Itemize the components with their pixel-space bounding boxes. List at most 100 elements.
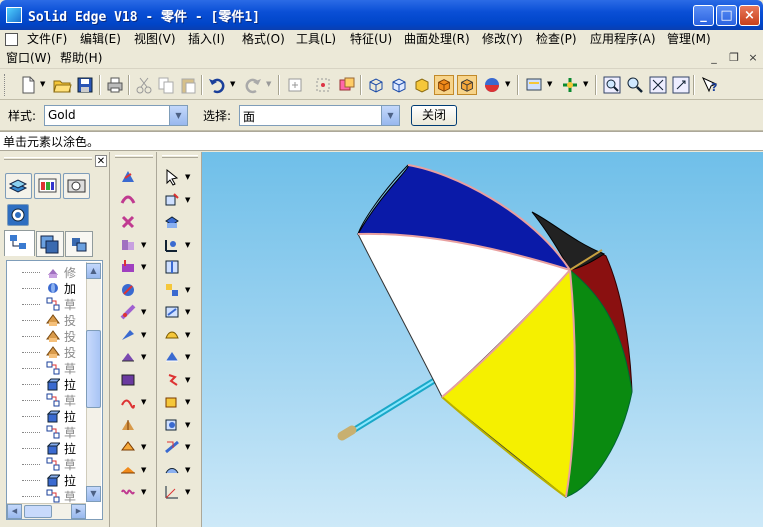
display-config-icon[interactable] <box>524 75 544 95</box>
vent-tool-dropdown-icon[interactable]: ▼ <box>141 488 146 496</box>
tree-item[interactable]: 拉 <box>8 376 86 392</box>
tree-item[interactable]: 投 <box>8 328 86 344</box>
menu-view[interactable]: 视图(V) <box>134 31 176 48</box>
rib-tool-icon[interactable] <box>119 416 137 434</box>
undo-dropdown-icon[interactable]: ▼ <box>230 80 235 88</box>
face-rotate-dropdown-icon[interactable]: ▼ <box>185 353 190 361</box>
menu-window[interactable]: 窗口(W) <box>6 50 51 67</box>
paste-icon[interactable] <box>178 75 198 95</box>
mdi-close-button[interactable]: × <box>745 51 761 65</box>
tree-item[interactable]: 投 <box>8 344 86 360</box>
chamfer-tool-dropdown-icon[interactable]: ▼ <box>141 331 146 339</box>
hidden-line-view-icon[interactable] <box>389 75 409 95</box>
select-arrow-dropdown-icon[interactable]: ▼ <box>185 173 190 181</box>
revolved-protrusion-dropdown-icon[interactable]: ▼ <box>141 241 146 249</box>
shell-tool-icon[interactable] <box>163 326 181 344</box>
hyperlink-icon[interactable] <box>337 75 357 95</box>
toolbar-grip[interactable] <box>162 155 198 158</box>
split-tool-dropdown-icon[interactable]: ▼ <box>185 443 190 451</box>
bluedot-icon[interactable] <box>163 416 181 434</box>
panel-close-icon[interactable]: ✕ <box>95 155 107 167</box>
thicken-tool-icon[interactable] <box>163 303 181 321</box>
umbrella-model[interactable] <box>202 152 763 527</box>
lip-tool-icon[interactable] <box>119 461 137 479</box>
hscroll-thumb[interactable] <box>24 505 52 518</box>
view-orient-icon[interactable] <box>560 75 580 95</box>
select-combobox[interactable]: 面 ▼ <box>239 105 400 126</box>
shell-tool-dropdown-icon[interactable]: ▼ <box>185 331 190 339</box>
helix-tool-dropdown-icon[interactable]: ▼ <box>141 398 146 406</box>
menu-tools[interactable]: 工具(L) <box>296 31 336 48</box>
coordinate-system-dropdown-icon[interactable]: ▼ <box>185 241 190 249</box>
helix-tool-icon[interactable] <box>119 393 137 411</box>
tree-item[interactable]: 拉 <box>8 408 86 424</box>
pattern-tool-icon[interactable] <box>163 281 181 299</box>
tree-item[interactable]: 草 <box>8 360 86 376</box>
orient-dropdown-icon[interactable]: ▼ <box>583 80 588 88</box>
sensors-tab-icon[interactable] <box>63 173 90 199</box>
fit-icon[interactable] <box>648 75 668 95</box>
chamfer-tool-icon[interactable] <box>119 326 137 344</box>
zoom-area-icon[interactable] <box>602 75 622 95</box>
graphics-viewport[interactable] <box>202 152 763 527</box>
menu-format[interactable]: 格式(O) <box>242 31 285 48</box>
thicken-tool-dropdown-icon[interactable]: ▼ <box>185 308 190 316</box>
tree-item[interactable]: 草 <box>8 424 86 440</box>
document-icon[interactable] <box>5 33 18 46</box>
print-icon[interactable] <box>105 75 125 95</box>
sphere-render-icon[interactable] <box>482 75 502 95</box>
reference-plane-icon[interactable] <box>163 213 181 231</box>
tab-part-library[interactable] <box>36 231 64 257</box>
open-folder-icon[interactable] <box>52 75 72 95</box>
tree-item[interactable]: 拉 <box>8 440 86 456</box>
round-tool-dropdown-icon[interactable]: ▼ <box>141 308 146 316</box>
draft-tool-icon[interactable] <box>119 348 137 366</box>
undo-icon[interactable] <box>207 75 227 95</box>
menu-edit[interactable]: 编辑(E) <box>80 31 121 48</box>
lip-tool-dropdown-icon[interactable]: ▼ <box>141 466 146 474</box>
draft-tool-dropdown-icon[interactable]: ▼ <box>141 353 146 361</box>
chevron-down-icon[interactable]: ▼ <box>169 106 187 125</box>
web-network-dropdown-icon[interactable]: ▼ <box>141 443 146 451</box>
shaded-visible-edges-icon[interactable] <box>434 75 454 95</box>
feature-library-icon[interactable] <box>34 173 61 199</box>
measure-tool-icon[interactable] <box>163 371 181 389</box>
menu-inspect[interactable]: 检查(P) <box>536 31 577 48</box>
menu-manage[interactable]: 管理(M) <box>667 31 711 48</box>
close-window-button[interactable]: × <box>739 5 760 26</box>
copy-icon[interactable] <box>156 75 176 95</box>
surface-tool-icon[interactable] <box>163 461 181 479</box>
web-network-icon[interactable] <box>119 438 137 456</box>
panel-grip[interactable] <box>4 157 92 160</box>
tab-feature-pathfinder[interactable] <box>4 230 35 256</box>
cut-icon[interactable] <box>134 75 154 95</box>
wireframe-view-icon[interactable] <box>366 75 386 95</box>
menu-insert[interactable]: 插入(I) <box>188 31 225 48</box>
close-command-button[interactable]: 关闭 <box>411 105 457 126</box>
shaded-view-icon[interactable] <box>412 75 432 95</box>
tree-item[interactable]: 草 <box>8 296 86 312</box>
blend-tool-dropdown-icon[interactable]: ▼ <box>185 398 190 406</box>
toolbar-grip[interactable] <box>4 74 7 96</box>
protrusion-tool-icon[interactable] <box>119 213 137 231</box>
pattern-tool-dropdown-icon[interactable]: ▼ <box>185 286 190 294</box>
maximize-button[interactable]: □ <box>716 5 737 26</box>
cutout-tool-dropdown-icon[interactable]: ▼ <box>141 263 146 271</box>
scroll-thumb[interactable] <box>86 330 101 408</box>
menu-applications[interactable]: 应用程序(A) <box>590 31 656 48</box>
menu-features[interactable]: 特征(U) <box>350 31 392 48</box>
bluedot-dropdown-icon[interactable]: ▼ <box>185 421 190 429</box>
solid-edge-app-icon[interactable] <box>6 7 22 23</box>
edgebar-tool-icon[interactable] <box>119 168 137 186</box>
round-tool-icon[interactable] <box>119 303 137 321</box>
scroll-down-button[interactable]: ▼ <box>86 486 101 502</box>
new-file-icon[interactable] <box>18 75 38 95</box>
select-tool-icon[interactable] <box>313 75 333 95</box>
hole-tool-icon[interactable] <box>119 281 137 299</box>
cutout-tool-icon[interactable] <box>119 258 137 276</box>
select-arrow-icon[interactable] <box>163 168 181 186</box>
tree-item[interactable]: 草 <box>8 456 86 472</box>
tree-item[interactable]: 修 <box>8 264 86 280</box>
smart-dimension-icon[interactable] <box>163 191 181 209</box>
redo-dropdown-icon[interactable]: ▼ <box>266 80 271 88</box>
